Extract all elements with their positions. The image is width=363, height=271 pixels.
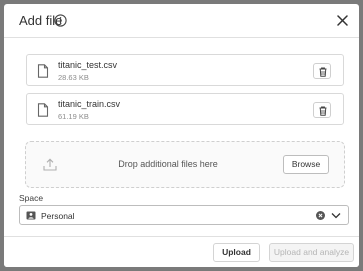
space-select[interactable]: Personal bbox=[19, 205, 349, 225]
browse-button[interactable]: Browse bbox=[283, 155, 329, 174]
dropzone-text: Drop additional files here bbox=[118, 159, 218, 169]
upload-and-analyze-button[interactable]: Upload and analyze bbox=[269, 243, 354, 262]
upload-button[interactable]: Upload bbox=[213, 243, 260, 262]
delete-file-button[interactable] bbox=[313, 63, 331, 79]
close-icon[interactable] bbox=[337, 15, 348, 26]
trash-icon bbox=[319, 106, 327, 116]
trash-icon bbox=[319, 67, 327, 77]
file-dropzone[interactable]: Drop additional files here Browse bbox=[25, 141, 345, 188]
chevron-down-icon[interactable] bbox=[331, 212, 341, 219]
dialog-header: Add file bbox=[4, 4, 359, 38]
file-name: titanic_test.csv bbox=[58, 60, 118, 70]
info-icon[interactable] bbox=[54, 14, 67, 27]
file-item: titanic_train.csv 61.19 KB bbox=[26, 93, 344, 125]
person-icon bbox=[26, 211, 36, 220]
space-value: Personal bbox=[41, 211, 75, 221]
file-icon bbox=[37, 103, 49, 117]
file-icon bbox=[37, 64, 49, 78]
file-size: 61.19 KB bbox=[58, 112, 89, 121]
clear-icon[interactable] bbox=[316, 211, 325, 220]
file-name: titanic_train.csv bbox=[58, 99, 121, 109]
space-label: Space bbox=[19, 193, 44, 203]
file-item: titanic_test.csv 28.63 KB bbox=[26, 54, 344, 86]
delete-file-button[interactable] bbox=[313, 102, 331, 118]
dialog-footer: Upload Upload and analyze bbox=[4, 236, 359, 267]
add-file-dialog: Add file titanic_test.csv 28.63 KB titan… bbox=[4, 4, 359, 267]
file-size: 28.63 KB bbox=[58, 73, 89, 82]
